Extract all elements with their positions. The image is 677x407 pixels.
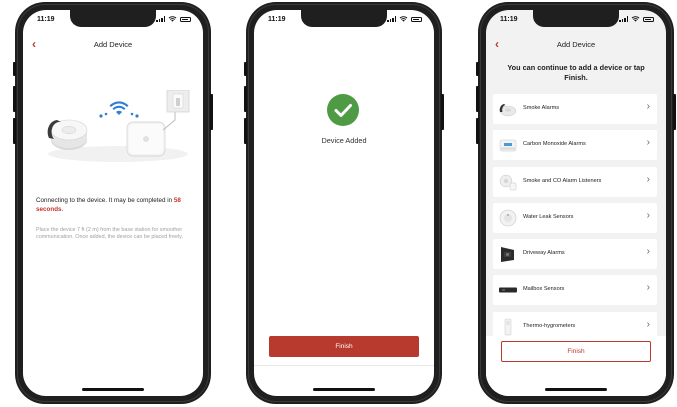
- list-item-label: Smoke Alarms: [523, 105, 560, 111]
- phone-frame-connecting: 11:19 ‹ Add Device Connecting to the dev…: [13, 2, 213, 404]
- chevron-right-icon: ›: [646, 173, 650, 185]
- device-category-list: Smoke Alarms › Carbon Monoxide Alarms › …: [493, 94, 657, 348]
- screen-device-added: 11:19 Device Added Finish: [254, 10, 434, 396]
- wireless-signal-icon: [99, 101, 139, 118]
- success-check-icon: [327, 94, 359, 126]
- nav-bar: ‹ Add Device: [486, 36, 666, 54]
- device-added-message: Device Added: [321, 136, 367, 145]
- battery-icon: [411, 16, 422, 22]
- list-item-smoke-alarms[interactable]: Smoke Alarms ›: [493, 94, 657, 124]
- finish-button[interactable]: Finish: [501, 341, 651, 362]
- wall-outlet-icon: [166, 90, 190, 113]
- finish-button[interactable]: Finish: [269, 336, 419, 357]
- home-indicator[interactable]: [545, 388, 607, 391]
- page-title: Add Device: [556, 40, 596, 49]
- status-time: 11:19: [268, 16, 286, 23]
- screen-connecting: 11:19 ‹ Add Device Connecting to the dev…: [23, 10, 203, 396]
- volume-up-button: [476, 86, 479, 112]
- list-item-label: Smoke and CO Alarm Listeners: [523, 177, 602, 184]
- volume-down-button: [244, 118, 247, 144]
- listener-icon: [499, 174, 517, 190]
- list-item-label: Thermo-hygrometers: [523, 322, 576, 329]
- chevron-right-icon: ›: [646, 246, 650, 258]
- phone-frame-add-more: 11:19 ‹ Add Device You can continue to a…: [476, 2, 676, 404]
- list-item-label: Mailbox Sensors: [523, 286, 565, 293]
- volume-up-button: [13, 86, 16, 112]
- status-time: 11:19: [37, 16, 55, 23]
- battery-icon: [180, 16, 191, 22]
- cellular-signal-icon: [619, 16, 628, 22]
- phone-frame-device-added: 11:19 Device Added Finish: [244, 2, 444, 404]
- smoke-alarm-icon: [499, 104, 517, 117]
- home-indicator[interactable]: [313, 388, 375, 391]
- continue-hint: You can continue to add a device or tap …: [507, 63, 645, 82]
- status-time: 11:19: [500, 16, 518, 23]
- volume-up-button: [244, 86, 247, 112]
- power-button: [441, 94, 444, 130]
- cellular-signal-icon: [156, 16, 165, 22]
- notch: [533, 10, 619, 27]
- mailbox-sensor-icon: [499, 287, 517, 293]
- notch: [70, 10, 156, 27]
- status-icons: [387, 16, 422, 22]
- nav-bar: ‹ Add Device: [23, 36, 203, 54]
- driveway-alarm-icon: [501, 247, 514, 263]
- power-button: [673, 94, 676, 130]
- mute-switch: [476, 62, 479, 76]
- page-title: Add Device: [93, 40, 133, 49]
- notch: [301, 10, 387, 27]
- home-indicator[interactable]: [82, 388, 144, 391]
- device-connection-illustration: [47, 90, 190, 162]
- chevron-right-icon: ›: [646, 209, 650, 221]
- battery-icon: [643, 16, 654, 22]
- status-icons: [156, 16, 191, 22]
- placement-hint: Place the device 7 ft (2 m) from the bas…: [36, 227, 184, 241]
- status-icons: [619, 16, 654, 22]
- list-item-carbon-monoxide-alarms[interactable]: Carbon Monoxide Alarms ›: [493, 130, 657, 161]
- chevron-right-icon: ›: [646, 318, 650, 330]
- chevron-right-icon: ›: [646, 137, 650, 149]
- wifi-status-icon: [399, 16, 408, 22]
- mute-switch: [13, 62, 16, 76]
- list-item-driveway-alarms[interactable]: Driveway Alarms ›: [493, 239, 657, 270]
- smoke-alarm-icon: [47, 119, 88, 150]
- screen-add-more-devices: 11:19 ‹ Add Device You can continue to a…: [486, 10, 666, 396]
- list-item-label: Water Leak Sensors: [523, 213, 574, 220]
- list-item-label: Carbon Monoxide Alarms: [523, 141, 586, 148]
- list-item-water-leak-sensors[interactable]: Water Leak Sensors ›: [493, 202, 657, 233]
- list-item-label: Driveway Alarms: [523, 250, 565, 257]
- connecting-message: Connecting to the device. It may be comp…: [36, 197, 194, 214]
- co-alarm-icon: [499, 140, 517, 152]
- list-item-mailbox-sensors[interactable]: Mailbox Sensors ›: [493, 275, 657, 306]
- wifi-status-icon: [631, 16, 640, 22]
- volume-down-button: [476, 118, 479, 144]
- chevron-right-icon: ›: [646, 101, 650, 112]
- chevron-right-icon: ›: [646, 282, 650, 294]
- divider: [254, 365, 434, 366]
- list-item-smoke-co-listeners[interactable]: Smoke and CO Alarm Listeners ›: [493, 166, 657, 197]
- power-button: [210, 94, 213, 130]
- connecting-period: .: [61, 205, 64, 213]
- cellular-signal-icon: [387, 16, 396, 22]
- water-leak-icon: [499, 209, 517, 227]
- mute-switch: [244, 62, 247, 76]
- volume-down-button: [13, 118, 16, 144]
- connecting-text: Connecting to the device. It may be comp…: [36, 197, 174, 204]
- thermo-hygrometer-icon: [504, 318, 512, 336]
- wifi-status-icon: [168, 16, 177, 22]
